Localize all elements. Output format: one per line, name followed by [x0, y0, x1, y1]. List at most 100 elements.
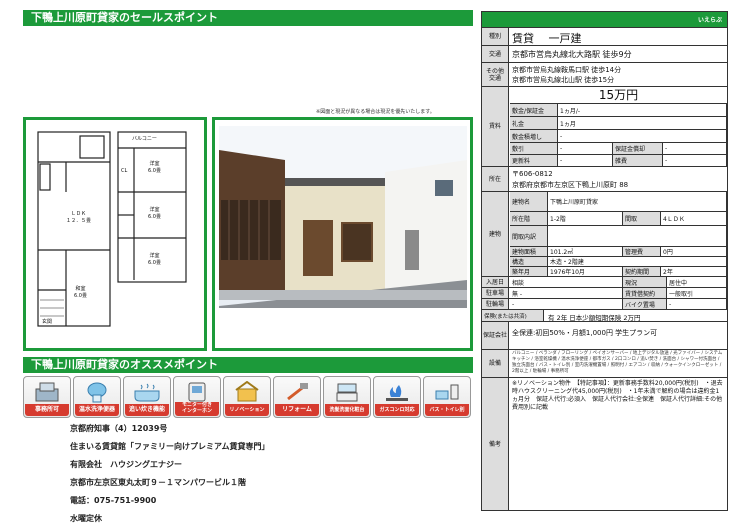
closet-label: CL: [121, 168, 128, 174]
feature-washlet: 温水洗浄便器: [73, 376, 121, 418]
feature-office-label: 事務所可: [25, 404, 69, 416]
row-insurance: 保険(または共済) 有 2年 日本少額短期保険 2万円: [482, 309, 727, 322]
feature-washlet-label: 温水洗浄便器: [75, 404, 119, 416]
feature-washbasin-label: 洗髪洗面化粧台: [325, 404, 369, 416]
ldk-label: ＬＤＫ １２．５畳: [66, 211, 92, 224]
type-label: 種別: [482, 28, 509, 45]
feature-separate-bath-label: バス・トイレ別: [425, 404, 469, 416]
room-label-2: 洋室 6.0畳: [148, 207, 161, 220]
company-address: 京都市左京区東丸太町９－１マンパワービル１階: [70, 478, 246, 487]
structure-label: 構造: [510, 257, 548, 267]
feature-separate-bath: バス・トイレ別: [423, 376, 471, 418]
floorplan-panel: バルコニー 洋室 6.0畳 洋室 6.0畳 洋室 6.0畳 ＬＤＫ １２．５畳 …: [23, 117, 207, 351]
transit-value: 京都市営烏丸線北大路駅 徒歩9分: [512, 50, 632, 59]
row-location: 所在 〒606-0812 京都府京都市左京区下鴨上川原町 88: [482, 166, 727, 191]
property-info-panel: いえらぶ 種別 賃貸 一戸建 交通 京都市営烏丸線北大路駅 徒歩9分 その他 交…: [481, 11, 728, 511]
equipment-label: 設備: [482, 350, 509, 377]
bicycle-label: 駐輪場: [482, 299, 509, 309]
separate-bath-icon: [424, 379, 470, 405]
house-photo-panel: [212, 117, 473, 351]
floor-label: 所在階: [510, 212, 548, 226]
deposit-value: 1ヵ月/-: [558, 104, 727, 117]
shikibiki-label: 敷引: [510, 143, 558, 155]
key-money-value: 1ヵ月: [558, 117, 727, 130]
row-other-transit: その他 交通 京都市営烏丸線鞍馬口駅 徒歩14分 京都市営烏丸線北山駅 徒歩15…: [482, 62, 727, 86]
type-value: 賃貸 一戸建: [512, 32, 582, 45]
area-label: 建物面積: [510, 247, 548, 257]
feature-reheat: 追い炊き機能: [123, 376, 171, 418]
company-info: 京都府知事（4）12039号 住まいる賃貸館「ファミリー向けプレミアム賃貸専門」…: [70, 420, 269, 527]
location-label: 所在: [482, 167, 509, 191]
row-transit: 交通 京都市営烏丸線北大路駅 徒歩9分: [482, 45, 727, 62]
building-name-label: 建物名: [510, 192, 548, 212]
building-name-value: 下鴨上川原町貸家: [548, 192, 727, 212]
row-type: 種別 賃貸 一戸建: [482, 27, 727, 45]
layout-detail-value: [548, 226, 727, 247]
other-transit-1: 京都市営烏丸線鞍馬口駅 徒歩14分: [512, 66, 622, 74]
feature-renovation-label: リノベーション: [225, 404, 269, 416]
row-rent: 賃料 15万円 敷金/保証金 1ヵ月/- 礼金 1ヵ月 敷金積増し - 敷引 -…: [482, 86, 727, 167]
sales-point-band: 下鴨上川原町貸家のセールスポイント: [23, 10, 473, 26]
washitsu-label: 和室 6.0畳: [74, 286, 87, 299]
house-photo: [215, 120, 470, 348]
shikibiki-value: -: [558, 143, 613, 155]
room-label-1: 洋室 6.0畳: [148, 161, 161, 174]
structure-value: 木造・2階建: [548, 257, 727, 267]
row-move-in: 入居日 相談 現況 居住中: [482, 276, 727, 288]
license-number: 京都府知事（4）12039号: [70, 424, 168, 433]
row-building: 建物 建物名 下鴨上川原町貸家 所在階 1-2階 間取 4ＬＤＫ 間取内訳 建物…: [482, 191, 727, 277]
feature-icons: 事務所可 温水洗浄便器 追い炊き機能 モニター付き インターホン リノベーション…: [23, 376, 473, 418]
company-tel[interactable]: 電話：075-751-9900: [70, 492, 269, 510]
rent-price: 15万円: [510, 87, 727, 104]
transit-label: 交通: [482, 46, 509, 62]
feature-reform: リフォーム: [273, 376, 321, 418]
ielove-logo: いえらぶ: [697, 17, 722, 24]
recommend-point-band: 下鴨上川原町貸家のオススメポイント: [23, 357, 473, 373]
deposit-amort-value: -: [663, 143, 727, 155]
company-holiday: 水曜定休: [70, 514, 102, 523]
row-remarks: 備考 ※リノベーション物件 【特記事項】：更新事務手数料20,000円(税別) …: [482, 377, 727, 510]
remarks-label: 備考: [482, 378, 509, 510]
feature-reform-label: リフォーム: [275, 404, 319, 416]
toilet-seat-icon: [74, 379, 120, 405]
row-equipment: 設備 バルコニー / ベランダ / フローリング / ペイオンサーバー / 地上…: [482, 349, 727, 377]
bath-reheat-icon: [124, 379, 170, 405]
deposit-add-label: 敷金積増し: [510, 130, 558, 143]
floor-value: 1-2階: [548, 212, 623, 226]
entrance-label: 玄関: [42, 319, 53, 325]
row-parking: 駐車場 無 - 賃貸借契約 一般取引: [482, 287, 727, 299]
floorplan-drawing: [37, 131, 187, 327]
feature-office: 事務所可: [23, 376, 71, 418]
address-value: 京都府京都市左京区下鴨上川原町 88: [512, 181, 629, 189]
remarks-value: ※リノベーション物件 【特記事項】：更新事務手数料20,000円(税別) ・退去…: [512, 380, 723, 411]
member-association: 住まいる賃貸館「ファミリー向けプレミアム賃貸専門」: [70, 442, 270, 451]
layout-value: 4ＬＤＫ: [661, 212, 727, 226]
balcony-label: バルコニー: [132, 136, 157, 142]
guarantor-value: 全保連:初回50%・月額1,000円 学生プラン可: [512, 329, 658, 337]
feature-intercom: モニター付き インターホン: [173, 376, 221, 418]
reform-icon: [274, 379, 320, 405]
panel-header: いえらぶ: [482, 12, 727, 27]
feature-renovation: リノベーション: [223, 376, 271, 418]
renovation-icon: [224, 379, 270, 405]
feature-gas-label: ガスコンロ対応: [375, 404, 419, 416]
equipment-value: バルコニー / ベランダ / フローリング / ペイオンサーバー / 地上デジタ…: [512, 351, 723, 374]
other-transit-label: その他 交通: [482, 63, 509, 86]
row-bicycle: 駐輪場 - バイク置場 -: [482, 298, 727, 310]
washbasin-icon: [324, 379, 370, 405]
feature-reheat-label: 追い炊き機能: [125, 404, 169, 416]
deposit-add-value: -: [558, 130, 727, 143]
feature-washbasin: 洗髪洗面化粧台: [323, 376, 371, 418]
deposit-label: 敷金/保証金: [510, 104, 558, 117]
layout-label: 間取: [623, 212, 661, 226]
feature-intercom-label: モニター付き インターホン: [175, 402, 219, 416]
move-in-label: 入居日: [482, 277, 509, 287]
company-name: 有限会社 ハウジングエナジー: [70, 460, 182, 469]
mgmt-fee-value: 0円: [661, 247, 727, 257]
mgmt-fee-label: 管理費: [623, 247, 661, 257]
disclaimer-note: ※図面と現況が異なる場合は現況を優先いたします。: [316, 109, 435, 115]
area-value: 101.2㎡: [548, 247, 623, 257]
rent-label: 賃料: [482, 87, 509, 166]
office-icon: [24, 379, 70, 405]
other-transit-2: 京都市営烏丸線北山駅 徒歩15分: [512, 76, 615, 84]
